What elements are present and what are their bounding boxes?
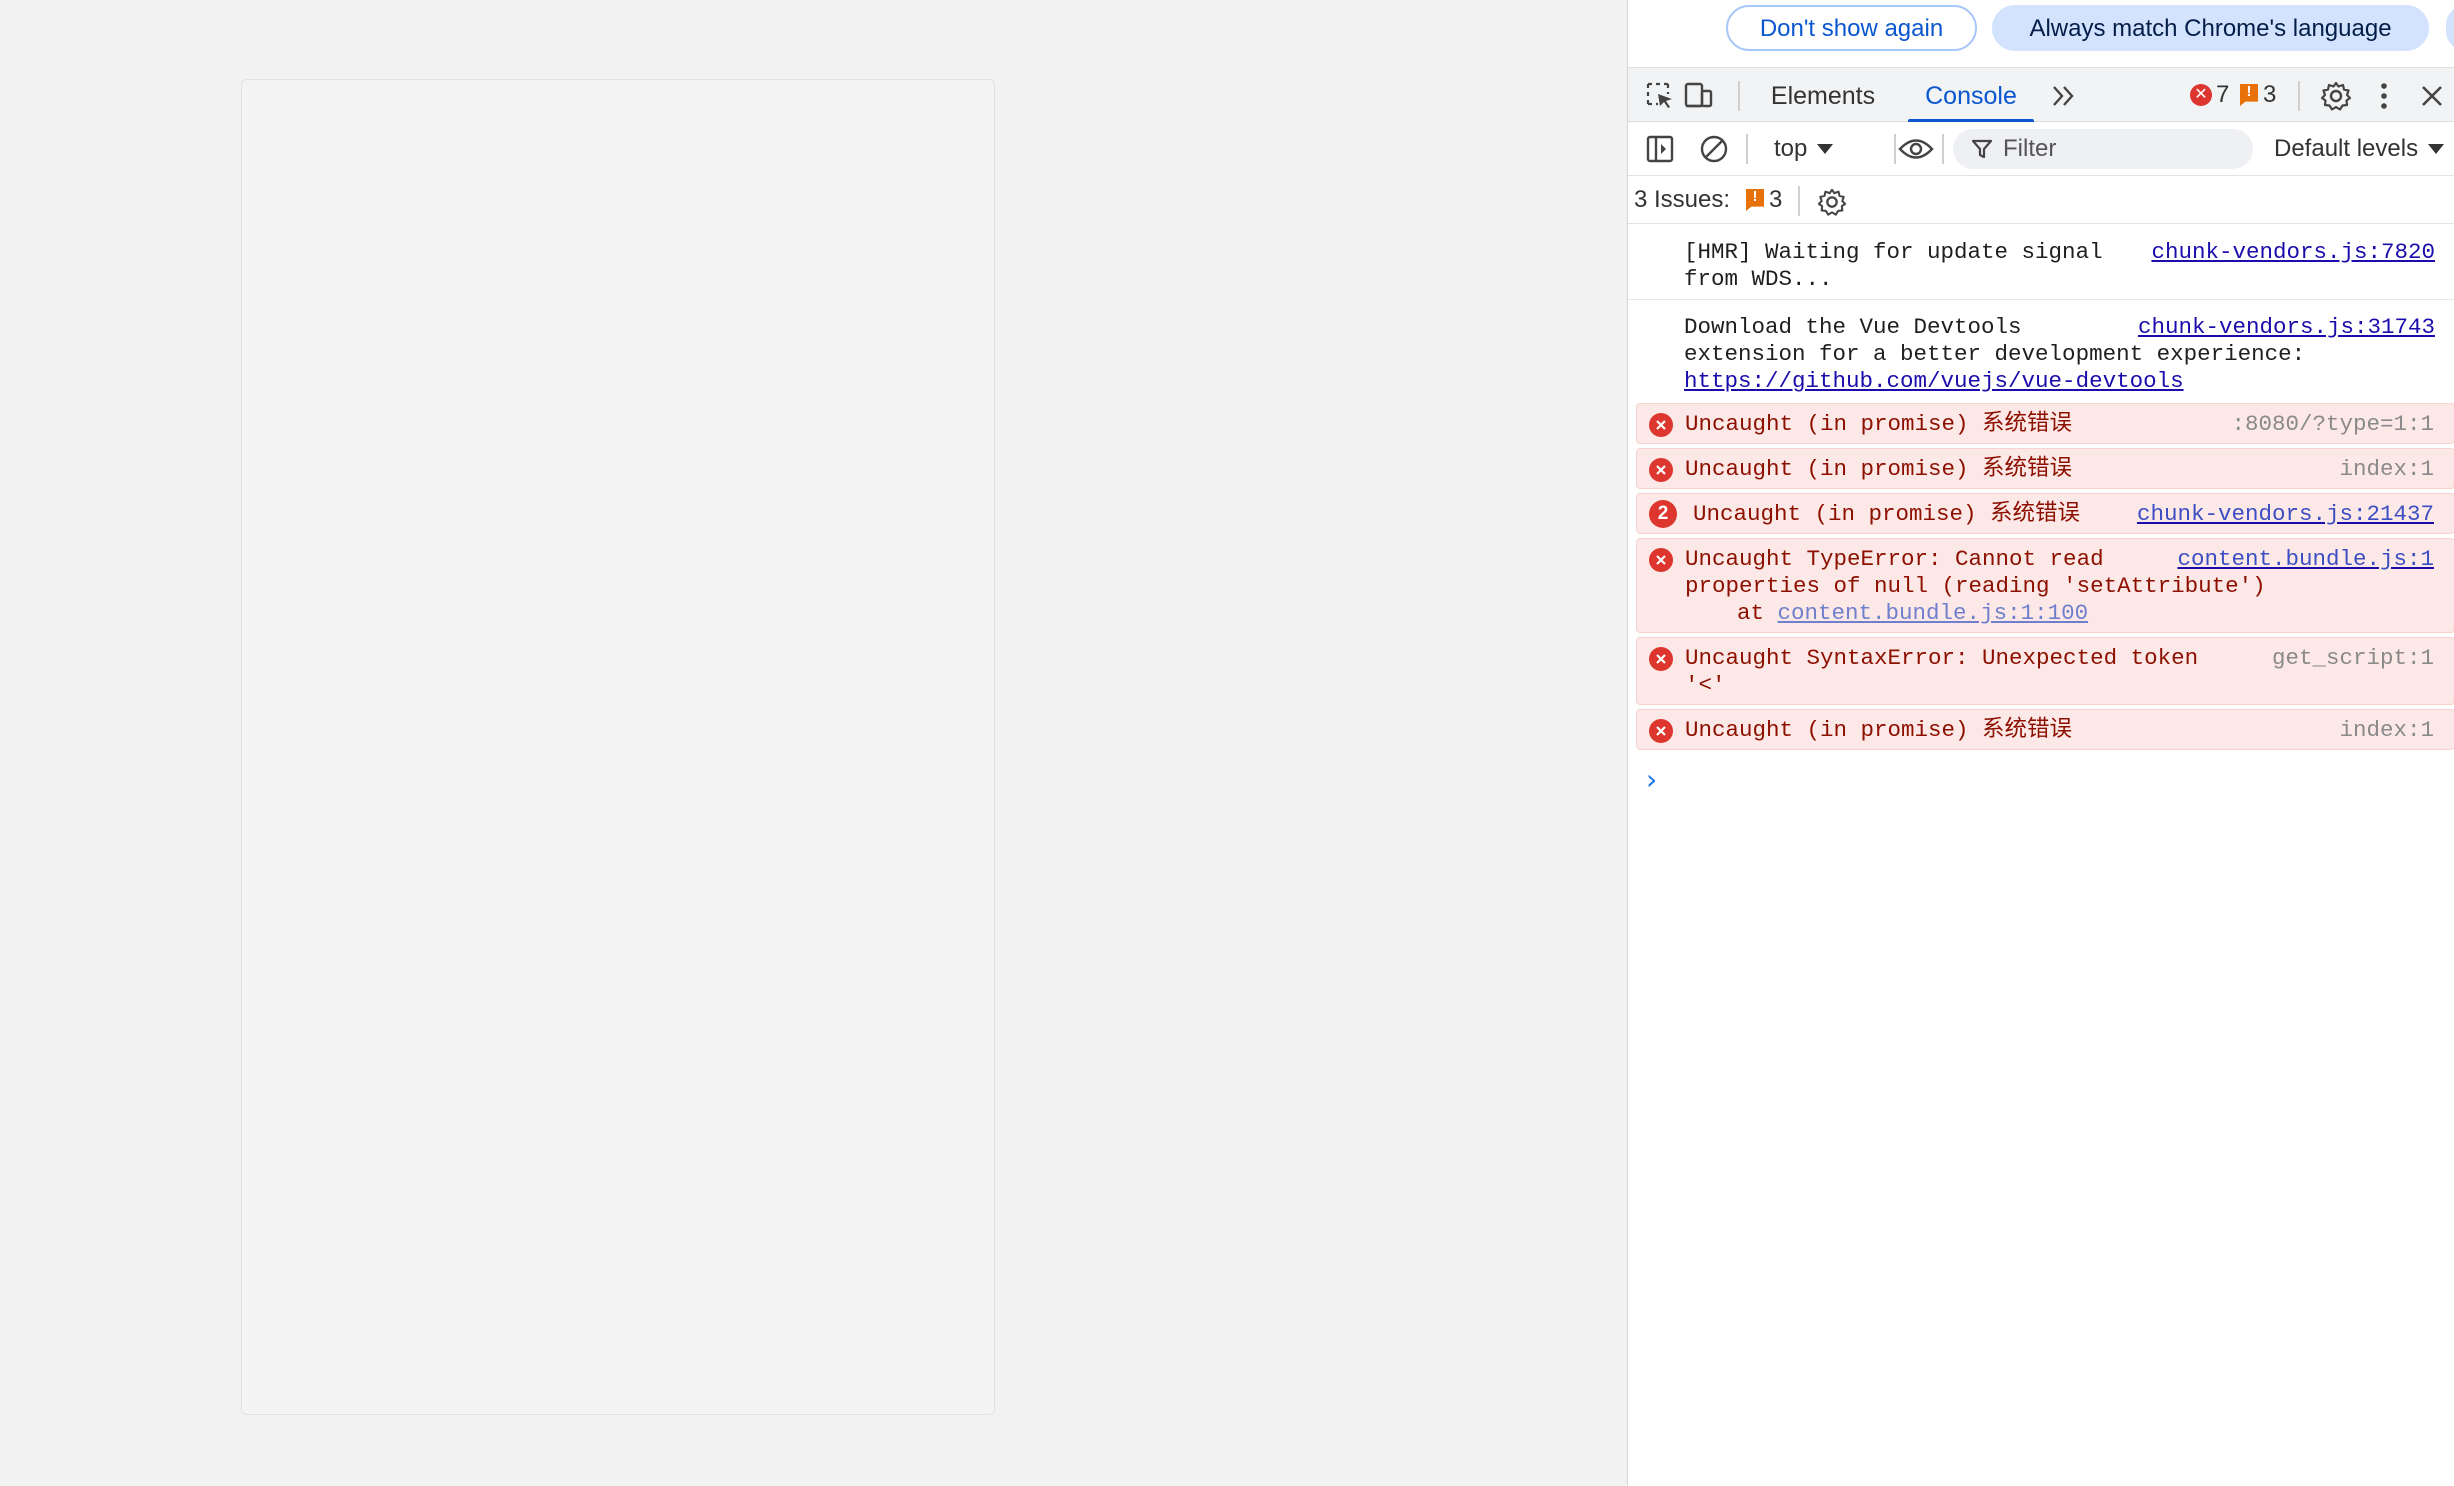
message-source-link[interactable]: chunk-vendors.js:31743 <box>2138 314 2435 341</box>
console-prompt[interactable]: › <box>1628 754 2454 796</box>
issues-bar: 3 Issues: 3 <box>1628 176 2454 224</box>
console-error-message: :8080/?type=1:1 Uncaught (in promise) 系统… <box>1636 403 2454 444</box>
error-icon <box>1649 647 1673 671</box>
warning-count: 3 <box>2263 81 2277 108</box>
message-source-link[interactable]: index:1 <box>2339 456 2434 483</box>
stack-trace-link[interactable]: content.bundle.js:1:100 <box>1778 600 2089 626</box>
error-icon: ✕ <box>2190 84 2212 106</box>
console-error-message: 2 chunk-vendors.js:21437 Uncaught (in pr… <box>1636 493 2454 534</box>
console-error-message: index:1 Uncaught (in promise) 系统错误 <box>1636 448 2454 489</box>
sidebar-toggle-icon[interactable] <box>1642 131 1678 167</box>
message-text: Uncaught (in promise) 系统错误 <box>1693 501 2081 527</box>
more-options-kebab-icon[interactable] <box>2366 78 2402 114</box>
error-counter[interactable]: ✕ 7 <box>2190 80 2229 110</box>
message-text: Uncaught SyntaxError: Unexpected token '… <box>1685 645 2199 698</box>
console-messages: chunk-vendors.js:7820 [HMR] Waiting for … <box>1628 225 2454 796</box>
error-icon <box>1649 719 1673 743</box>
log-levels-value: Default levels <box>2274 135 2419 162</box>
repeat-count-badge: 2 <box>1649 500 1677 528</box>
context-value: top <box>1774 135 1808 162</box>
warning-counter[interactable]: 3 <box>2240 80 2276 110</box>
console-error-message: get_script:1 Uncaught SyntaxError: Unexp… <box>1636 637 2454 705</box>
console-error-message: content.bundle.js:1 Uncaught TypeError: … <box>1636 538 2454 633</box>
error-icon <box>1649 458 1673 482</box>
error-icon <box>1649 413 1673 437</box>
console-message: chunk-vendors.js:31743 Download the Vue … <box>1628 300 2454 403</box>
devtools-main-toolbar: Elements Console ✕ 7 3 <box>1628 67 2454 123</box>
message-text: [HMR] Waiting for update signal from WDS… <box>1684 239 2103 292</box>
issues-label: 3 Issues: <box>1634 186 1731 213</box>
filter-funnel-icon <box>1971 139 1993 159</box>
dont-show-again-button[interactable]: Don't show again <box>1726 5 1977 51</box>
issues-count: 3 <box>1769 186 1783 213</box>
inspect-element-icon[interactable] <box>1642 78 1678 114</box>
language-infobar: Don't show again Always match Chrome's l… <box>1628 0 2454 66</box>
context-select[interactable]: top <box>1774 130 1834 168</box>
message-text: Uncaught (in promise) 系统错误 <box>1685 717 2073 743</box>
console-error-message: index:1 Uncaught (in promise) 系统错误 <box>1636 709 2454 750</box>
more-tabs-chevron-icon[interactable] <box>2046 78 2082 114</box>
error-count: 7 <box>2216 81 2230 108</box>
page-content-card <box>241 79 995 1415</box>
message-source-link[interactable]: chunk-vendors.js:21437 <box>2137 501 2434 528</box>
live-expression-eye-icon[interactable] <box>1898 131 1934 167</box>
chevron-down-icon <box>2428 144 2445 154</box>
message-source-link[interactable]: chunk-vendors.js:7820 <box>2151 239 2435 266</box>
log-levels-select[interactable]: Default levels <box>2274 130 2445 168</box>
close-devtools-icon[interactable] <box>2414 78 2450 114</box>
message-url-link[interactable]: https://github.com/vuejs/vue-devtools <box>1684 368 2184 394</box>
message-text: Uncaught (in promise) 系统错误 <box>1685 456 2073 482</box>
message-source-link[interactable]: :8080/?type=1:1 <box>2231 411 2434 438</box>
filter-box[interactable] <box>1953 129 2253 169</box>
device-toolbar-icon[interactable] <box>1680 78 1716 114</box>
console-settings-gear-icon[interactable] <box>1814 184 1850 220</box>
tab-elements[interactable]: Elements <box>1766 68 1880 122</box>
infobar-more-button[interactable] <box>2446 5 2454 51</box>
toolbar-separator <box>1746 134 1748 164</box>
always-match-language-button[interactable]: Always match Chrome's language <box>1992 5 2429 51</box>
issues-counter[interactable]: 3 <box>1746 186 1782 214</box>
stack-trace-line: at content.bundle.js:1:100 <box>1685 600 2434 627</box>
chevron-down-icon <box>1817 144 1834 154</box>
console-toolbar: top Default levels <box>1628 122 2454 176</box>
message-source-link[interactable]: content.bundle.js:1 <box>2177 546 2434 573</box>
console-message: chunk-vendors.js:7820 [HMR] Waiting for … <box>1628 225 2454 300</box>
settings-gear-icon[interactable] <box>2318 78 2354 114</box>
toolbar-separator <box>1738 81 1740 111</box>
tab-console[interactable]: Console <box>1908 68 2034 123</box>
message-source-link[interactable]: get_script:1 <box>2272 645 2434 672</box>
prompt-chevron-icon: › <box>1646 763 1658 796</box>
warning-icon <box>2240 84 2258 106</box>
toolbar-separator <box>2298 81 2300 111</box>
devtools-panel: Don't show again Always match Chrome's l… <box>1627 0 2454 1486</box>
toolbar-separator <box>1894 134 1896 164</box>
error-icon <box>1649 548 1673 572</box>
clear-console-icon[interactable] <box>1696 131 1732 167</box>
filter-input[interactable] <box>2003 135 2233 163</box>
toolbar-separator <box>1798 186 1800 216</box>
toolbar-separator <box>1942 134 1944 164</box>
stack-prefix: at <box>1737 600 1765 626</box>
warning-icon <box>1746 189 1764 211</box>
message-source-link[interactable]: index:1 <box>2339 717 2434 744</box>
message-text: Uncaught (in promise) 系统错误 <box>1685 411 2073 437</box>
page-viewport <box>0 0 1627 1486</box>
